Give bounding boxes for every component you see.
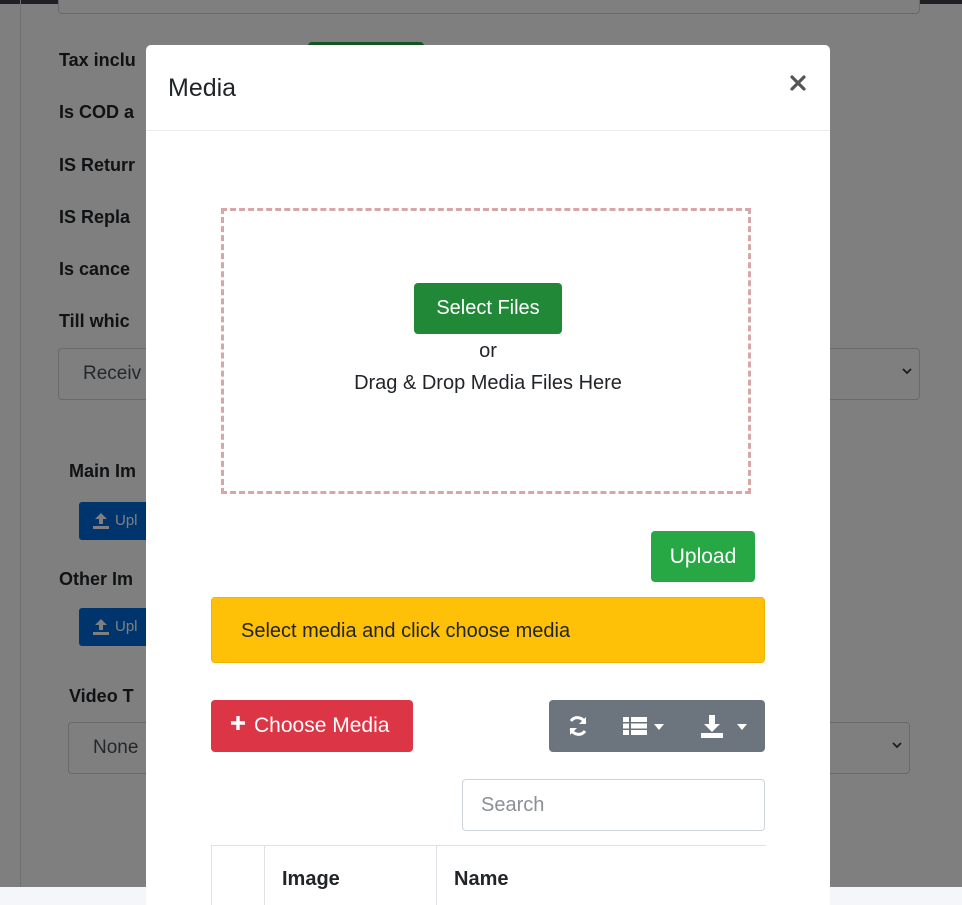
table-header-select[interactable] (212, 846, 265, 905)
choose-media-label: Choose Media (254, 714, 390, 737)
alert-text: Select media and click choose media (241, 620, 571, 642)
or-text: or (479, 340, 497, 362)
media-table: Image Name (211, 845, 766, 905)
download-icon (701, 715, 723, 738)
image-header-label: Image (282, 868, 340, 890)
select-files-button[interactable]: Select Files (414, 283, 562, 334)
upload-button[interactable]: Upload (651, 531, 755, 582)
table-toolbar (549, 700, 765, 752)
export-button[interactable] (677, 700, 765, 752)
caret-down-icon (654, 724, 664, 730)
table-header-image[interactable]: Image (265, 846, 437, 905)
choose-media-button[interactable]: Choose Media (211, 700, 413, 752)
refresh-icon (569, 716, 587, 736)
info-alert: Select media and click choose media (211, 597, 765, 663)
caret-down-icon (737, 724, 747, 730)
list-icon (623, 717, 647, 735)
refresh-button[interactable] (549, 700, 607, 752)
plus-icon (231, 716, 245, 730)
drag-drop-text: Drag & Drop Media Files Here (354, 372, 622, 394)
search-input[interactable] (463, 780, 764, 830)
close-icon (790, 75, 806, 91)
table-header-name[interactable]: Name (437, 846, 766, 905)
modal-title: Media (168, 74, 237, 102)
search-box (462, 779, 765, 831)
modal-header: Media (146, 45, 830, 131)
columns-toggle-button[interactable] (607, 700, 677, 752)
close-button[interactable] (786, 71, 810, 95)
name-header-label: Name (454, 868, 509, 890)
media-modal: Media Select Files or Drag & Drop Media … (146, 45, 830, 905)
